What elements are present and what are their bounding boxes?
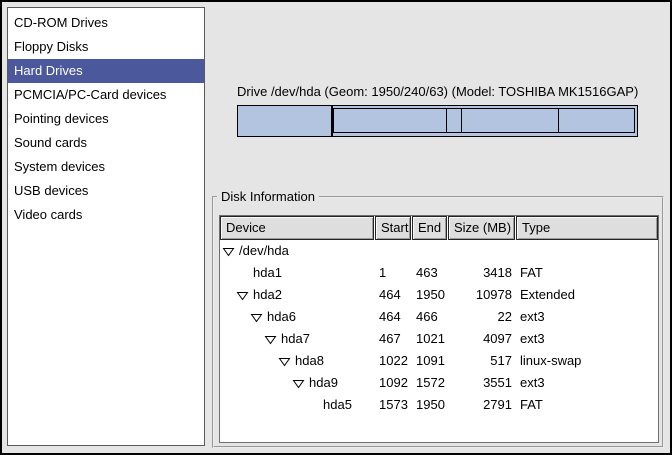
- device-label: hda5: [323, 394, 352, 416]
- expander-icon[interactable]: [250, 312, 263, 323]
- table-row[interactable]: hda5 1573 1950 2791 FAT: [220, 394, 658, 416]
- start-cell: 464: [375, 306, 412, 328]
- hardware-browser-window: CD-ROM DrivesFloppy DisksHard DrivesPCMC…: [0, 0, 672, 455]
- expander-icon[interactable]: [264, 334, 277, 345]
- tree-indent: [220, 317, 250, 318]
- tree-indent: [220, 361, 278, 362]
- sidebar-item-hard-drives[interactable]: Hard Drives: [8, 59, 204, 83]
- start-cell: [375, 240, 412, 262]
- partition-bar: [237, 105, 638, 137]
- table-row[interactable]: hda9 1092 1572 3551 ext3: [220, 372, 658, 394]
- disk-information-frame-label: Disk Information: [217, 189, 319, 204]
- end-cell: 1091: [412, 350, 448, 372]
- sidebar-item-pointing-devices[interactable]: Pointing devices: [8, 107, 204, 131]
- column-header-start[interactable]: Start: [375, 216, 411, 240]
- device-category-list: CD-ROM DrivesFloppy DisksHard DrivesPCMC…: [7, 7, 205, 446]
- size-cell: 4097: [448, 328, 516, 350]
- size-cell: 22: [448, 306, 516, 328]
- start-cell: 464: [375, 284, 412, 306]
- column-header-end[interactable]: End: [412, 216, 447, 240]
- type-cell: ext3: [516, 306, 658, 328]
- sidebar-item-pcmcia-pc-card-devices[interactable]: PCMCIA/PC-Card devices: [8, 83, 204, 107]
- sidebar-item-cd-rom-drives[interactable]: CD-ROM Drives: [8, 11, 204, 35]
- device-cell: hda5: [220, 394, 375, 416]
- size-cell: [448, 240, 516, 262]
- size-cell: 3418: [448, 262, 516, 284]
- partition-divider: [446, 109, 447, 132]
- type-cell: Extended: [516, 284, 658, 306]
- sidebar-item-video-cards[interactable]: Video cards: [8, 203, 204, 227]
- type-cell: [516, 240, 658, 262]
- end-cell: 463: [412, 262, 448, 284]
- end-cell: [412, 240, 448, 262]
- device-cell: hda7: [220, 328, 375, 350]
- type-cell: ext3: [516, 328, 658, 350]
- device-label: hda2: [253, 284, 282, 306]
- partition-segment-primary: [238, 106, 333, 136]
- partition-segment-extended: [333, 108, 635, 133]
- type-cell: linux-swap: [516, 350, 658, 372]
- table-row[interactable]: /dev/hda: [220, 240, 658, 262]
- table-row[interactable]: hda1 1 463 3418 FAT: [220, 262, 658, 284]
- start-cell: 1022: [375, 350, 412, 372]
- device-cell: hda6: [220, 306, 375, 328]
- partition-divider: [461, 109, 462, 132]
- device-label: hda7: [281, 328, 310, 350]
- start-cell: 1573: [375, 394, 412, 416]
- end-cell: 1572: [412, 372, 448, 394]
- device-cell: hda2: [220, 284, 375, 306]
- type-cell: FAT: [516, 262, 658, 284]
- partition-table: Device Start End Size (MB) Type /dev/hda…: [219, 215, 659, 443]
- sidebar-item-usb-devices[interactable]: USB devices: [8, 179, 204, 203]
- sidebar-item-floppy-disks[interactable]: Floppy Disks: [8, 35, 204, 59]
- column-header-device[interactable]: Device: [220, 216, 374, 240]
- expander-icon[interactable]: [292, 378, 305, 389]
- expander-icon[interactable]: [278, 356, 291, 367]
- type-cell: FAT: [516, 394, 658, 416]
- device-cell: /dev/hda: [220, 240, 375, 262]
- device-cell: hda1: [220, 262, 375, 284]
- start-cell: 1092: [375, 372, 412, 394]
- size-cell: 10978: [448, 284, 516, 306]
- tree-indent: [220, 383, 292, 384]
- end-cell: 1021: [412, 328, 448, 350]
- expander-icon[interactable]: [236, 290, 249, 301]
- tree-indent: [220, 405, 323, 406]
- partition-table-body: /dev/hda hda1 1 463 3418 FAT hda2 464 19…: [220, 240, 658, 416]
- end-cell: 466: [412, 306, 448, 328]
- sidebar-item-sound-cards[interactable]: Sound cards: [8, 131, 204, 155]
- table-row[interactable]: hda7 467 1021 4097 ext3: [220, 328, 658, 350]
- device-label: /dev/hda: [239, 240, 289, 262]
- sidebar-item-system-devices[interactable]: System devices: [8, 155, 204, 179]
- tree-indent: [220, 339, 264, 340]
- table-row[interactable]: hda6 464 466 22 ext3: [220, 306, 658, 328]
- column-header-type[interactable]: Type: [516, 216, 658, 240]
- tree-indent: [220, 273, 253, 274]
- type-cell: ext3: [516, 372, 658, 394]
- device-label: hda9: [309, 372, 338, 394]
- device-label: hda6: [267, 306, 296, 328]
- end-cell: 1950: [412, 394, 448, 416]
- device-label: hda1: [253, 262, 282, 284]
- start-cell: 467: [375, 328, 412, 350]
- device-cell: hda8: [220, 350, 375, 372]
- tree-indent: [220, 295, 236, 296]
- expander-icon[interactable]: [222, 246, 235, 257]
- partition-table-header: Device Start End Size (MB) Type: [220, 216, 658, 240]
- device-cell: hda9: [220, 372, 375, 394]
- disk-information-frame: Disk Information Device Start End Size (…: [212, 196, 664, 448]
- device-label: hda8: [295, 350, 324, 372]
- size-cell: 2791: [448, 394, 516, 416]
- partition-divider: [558, 109, 559, 132]
- size-cell: 517: [448, 350, 516, 372]
- start-cell: 1: [375, 262, 412, 284]
- table-row[interactable]: hda2 464 1950 10978 Extended: [220, 284, 658, 306]
- size-cell: 3551: [448, 372, 516, 394]
- end-cell: 1950: [412, 284, 448, 306]
- column-header-size-mb[interactable]: Size (MB): [448, 216, 515, 240]
- table-row[interactable]: hda8 1022 1091 517 linux-swap: [220, 350, 658, 372]
- drive-title: Drive /dev/hda (Geom: 1950/240/63) (Mode…: [237, 84, 638, 99]
